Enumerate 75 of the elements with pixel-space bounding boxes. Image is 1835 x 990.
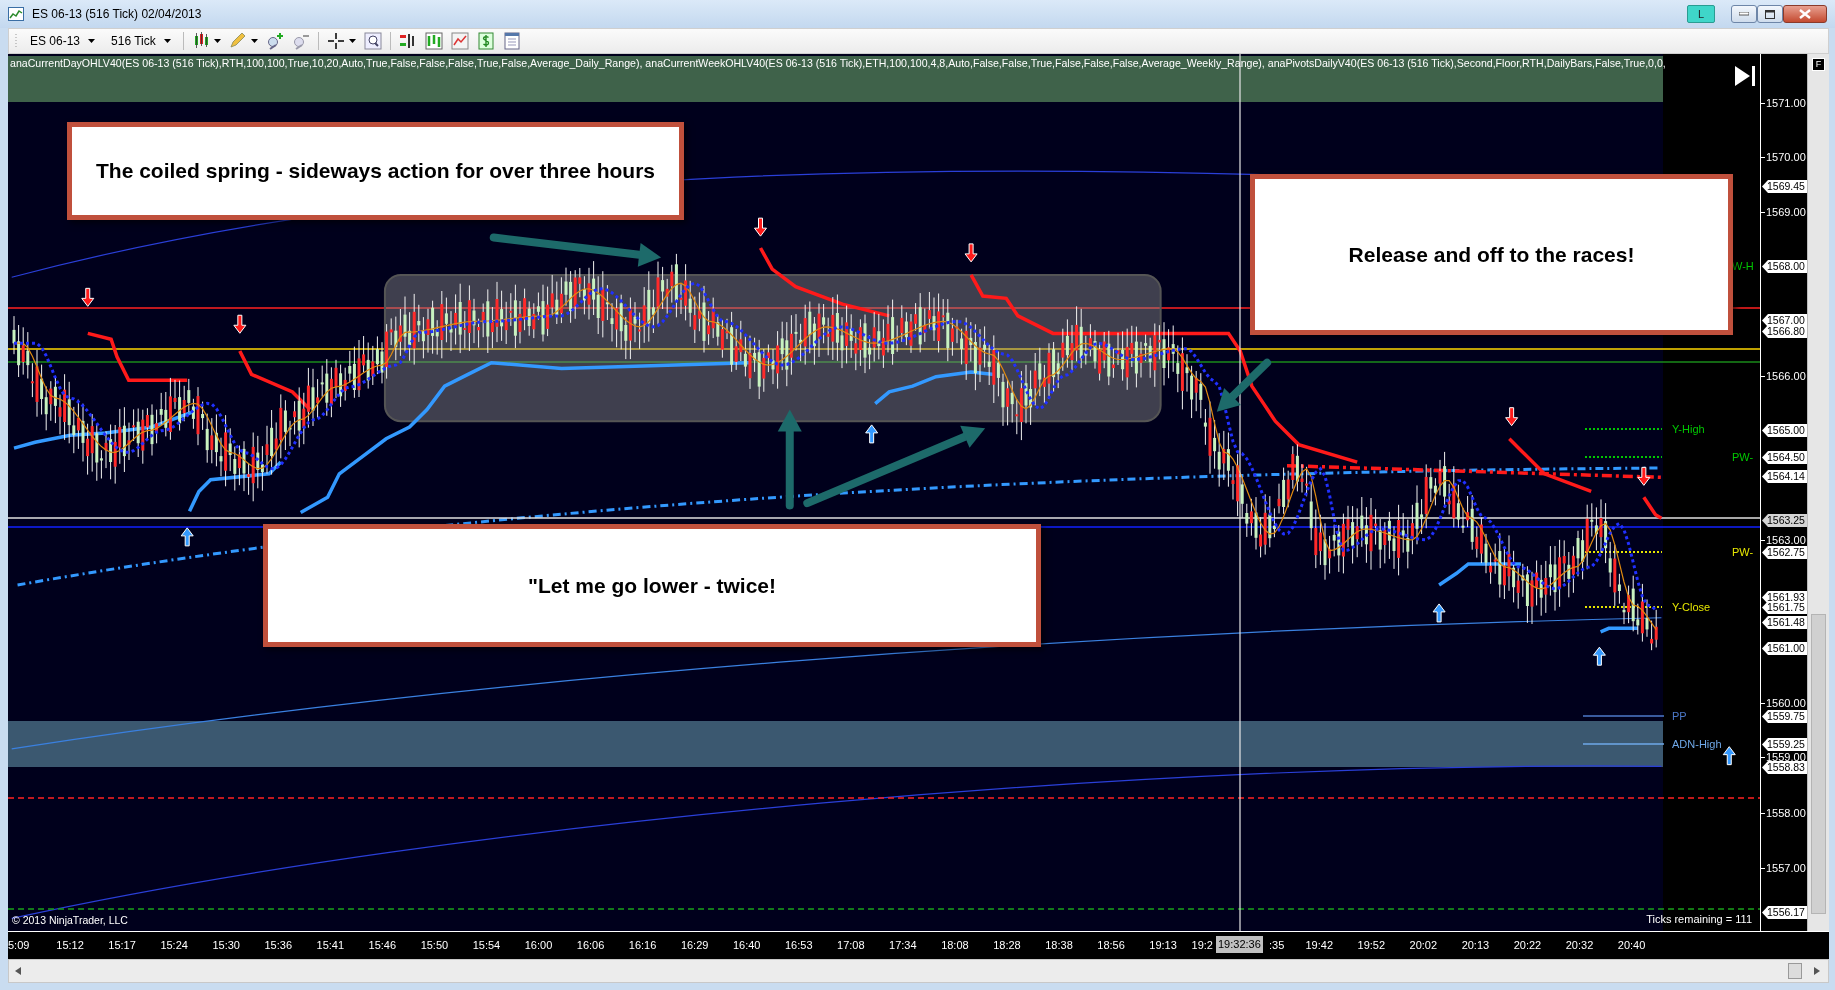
time-label: 15:30 <box>212 938 240 953</box>
price-marker: 1565.00 <box>1762 424 1808 437</box>
time-label: 15:54 <box>472 938 501 953</box>
price-marker: 1564.14 <box>1762 470 1808 483</box>
time-label: 15:24 <box>160 938 188 953</box>
time-label: 20:02 <box>1409 938 1438 953</box>
price-tick-label: 1566.00 <box>1766 370 1806 383</box>
level-label: Y-High <box>1672 423 1705 435</box>
window-title: ES 06-13 (516 Tick) 02/04/2013 <box>32 6 203 23</box>
level-label: PW- <box>1732 451 1754 463</box>
crosshair-time-label: 19:32:36 <box>1216 936 1263 953</box>
price-tick-label: 1571.00 <box>1766 97 1806 110</box>
time-label: 16:00 <box>524 938 553 953</box>
price-marker: 1561.75 <box>1762 601 1808 614</box>
instrument-dropdown[interactable]: ES 06-13 <box>26 32 100 50</box>
level-label: PW- <box>1732 546 1754 558</box>
level-label: Y-Close <box>1672 601 1711 613</box>
time-label: 5:09 <box>8 938 30 953</box>
ticks-remaining-text: Ticks remaining = 111 <box>1646 911 1752 927</box>
price-marker: 1568.00 <box>1762 260 1808 273</box>
interval-dropdown[interactable]: 516 Tick <box>107 32 175 50</box>
price-tick-label: 1569.00 <box>1766 206 1806 219</box>
time-label: 16:16 <box>628 938 657 953</box>
time-label: 18:56 <box>1097 938 1125 953</box>
current-price-marker: 1563.25 <box>1762 514 1808 527</box>
price-tick-label: 1560.00 <box>1766 697 1806 710</box>
time-label: 19:2 <box>1191 938 1213 953</box>
price-marker: 1564.50 <box>1762 451 1808 464</box>
account-badge[interactable]: L <box>1687 5 1715 23</box>
price-tick-label: 1558.00 <box>1766 807 1806 820</box>
price-tick-label: 1570.00 <box>1766 151 1806 164</box>
time-label: 19:42 <box>1305 938 1333 953</box>
price-tick-label: 1557.00 <box>1766 862 1806 875</box>
time-label: 15:41 <box>316 938 345 953</box>
time-label: 18:38 <box>1045 938 1073 953</box>
time-label: 19:52 <box>1357 938 1386 953</box>
time-label: 15:36 <box>264 938 292 953</box>
time-label: 18:08 <box>941 938 969 953</box>
time-label: 17:34 <box>889 938 917 953</box>
time-label: 20:22 <box>1513 938 1542 953</box>
price-marker: 1561.48 <box>1762 616 1808 629</box>
indicator-text: anaCurrentDayOHLV40(ES 06-13 (516 Tick),RTH,100,100,True,10,20,Auto,True,False,False,False,True,False,Average_Daily_Range), anaCurrentWeekOHLV40(ES 06-13 (516 Tick),ETH,100,100,4,8,Auto,False,False,True,False,False,False,Average_Weekly_Range), anaPivotsDailyV40(ES 06-13 (516 Tick),Second,Floor,RTH,DailyBars,False,True,0,0, <box>10 56 1666 71</box>
level-label: W-H <box>1732 260 1754 272</box>
annotation-text: The coiled spring - sideways action for over three hours <box>67 122 684 220</box>
time-label: :35 <box>1269 938 1285 953</box>
level-label: PP <box>1672 710 1687 722</box>
time-label: 16:53 <box>785 938 813 953</box>
time-label: 20:13 <box>1461 938 1490 953</box>
annotation-text: "Let me go lower - twice! <box>263 524 1041 647</box>
price-marker: 1556.17 <box>1762 906 1808 919</box>
price-tick-label: 1559.00 <box>1766 751 1806 763</box>
time-label: 16:40 <box>732 938 761 953</box>
price-marker: 1566.80 <box>1762 325 1808 338</box>
time-label: 15:17 <box>108 938 136 953</box>
copyright-text: © 2013 NinjaTrader, LLC <box>12 913 128 929</box>
time-label: 20:32 <box>1565 938 1594 953</box>
time-label: 15:46 <box>368 938 397 953</box>
level-label: ADN-High <box>1672 738 1722 750</box>
annotation-text: Release and off to the races! <box>1250 174 1733 335</box>
price-marker: 1569.45 <box>1762 180 1808 193</box>
time-label: 18:28 <box>993 938 1021 953</box>
time-label: 15:12 <box>56 938 84 953</box>
price-marker: 1558.83 <box>1762 761 1808 774</box>
time-label: 17:08 <box>837 938 865 953</box>
price-marker: 1559.75 <box>1762 710 1808 723</box>
time-label: 15:50 <box>420 938 449 953</box>
format-button[interactable]: F <box>1812 58 1825 71</box>
time-label: 20:40 <box>1617 938 1646 953</box>
price-marker: 1559.25 <box>1762 738 1808 751</box>
time-label: 16:29 <box>680 938 709 953</box>
price-marker: 1562.75 <box>1762 546 1808 559</box>
time-label: 16:06 <box>576 938 605 953</box>
price-marker: 1561.00 <box>1762 642 1808 655</box>
price-tick-label: 1563.00 <box>1766 534 1806 547</box>
time-label: 19:13 <box>1149 938 1177 953</box>
